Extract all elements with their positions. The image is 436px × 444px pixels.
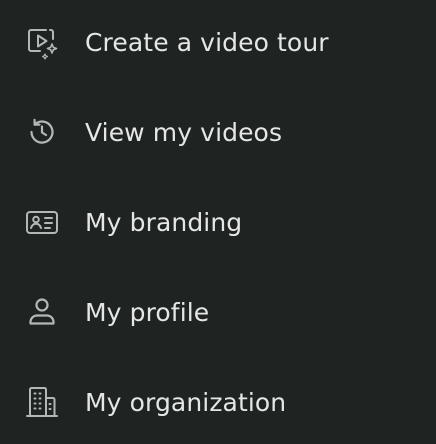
menu-item-label: View my videos	[85, 117, 283, 147]
menu-item-label: My branding	[85, 207, 243, 237]
menu-item-view-my-videos[interactable]: View my videos	[0, 102, 436, 162]
history-icon	[24, 114, 60, 150]
menu-item-label: Create a video tour	[85, 27, 329, 57]
video-sparkle-icon	[24, 24, 60, 60]
building-icon	[24, 384, 60, 420]
menu-item-label: My profile	[85, 297, 210, 327]
menu-item-my-branding[interactable]: My branding	[0, 192, 436, 252]
account-menu: Create a video tour View my videos My br…	[0, 0, 436, 444]
menu-item-create-video-tour[interactable]: Create a video tour	[0, 12, 436, 72]
id-card-icon	[24, 204, 60, 240]
user-icon	[24, 294, 60, 330]
menu-item-label: My organization	[85, 387, 287, 417]
menu-item-my-profile[interactable]: My profile	[0, 282, 436, 342]
menu-item-my-organization[interactable]: My organization	[0, 372, 436, 432]
